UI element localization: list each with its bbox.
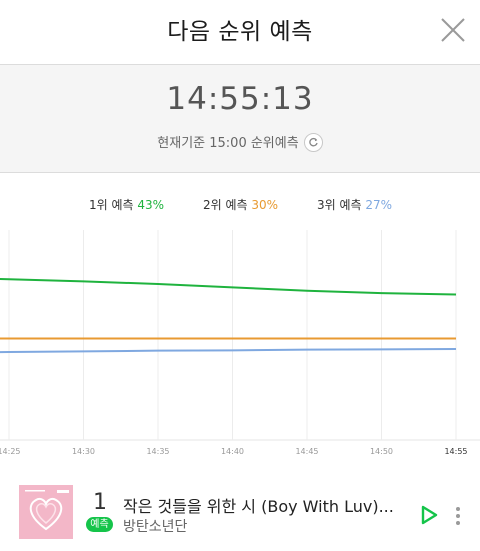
artist-name[interactable]: 방탄소년단 bbox=[123, 516, 187, 536]
x-tick-label: 14:50 bbox=[370, 447, 393, 456]
x-tick-label: 14:55 bbox=[444, 447, 467, 456]
album-art[interactable] bbox=[19, 485, 73, 539]
legend-item-2: 2위 예측 30% bbox=[203, 196, 278, 213]
x-tick-label: 14:40 bbox=[221, 447, 244, 456]
song-list-item[interactable]: 1 예측 작은 것들을 위한 시 (Boy With Luv)... 방탄소년단 bbox=[0, 480, 480, 551]
countdown-clock: 14:55:13 bbox=[166, 81, 314, 117]
refresh-icon[interactable] bbox=[303, 133, 323, 152]
page-title: 다음 순위 예측 bbox=[167, 19, 313, 45]
timer-panel: 14:55:13 현재기준 15:00 순위예측 bbox=[0, 64, 480, 173]
legend-label: 1위 예측 bbox=[89, 198, 134, 212]
legend-label: 2위 예측 bbox=[203, 198, 248, 212]
x-tick-label: 14:25 bbox=[0, 447, 21, 456]
chart-legend: 1위 예측 43% 2위 예측 30% 3위 예측 27% bbox=[0, 196, 480, 216]
series-line-3 bbox=[0, 347, 457, 354]
legend-item-1: 1위 예측 43% bbox=[89, 196, 164, 213]
x-tick-label: 14:35 bbox=[146, 447, 169, 456]
prediction-line-chart: 14:25 14:30 14:35 14:40 14:45 14:50 14:55 bbox=[0, 230, 480, 456]
basis-line: 현재기준 15:00 순위예측 bbox=[0, 132, 480, 153]
legend-value: 43% bbox=[137, 198, 165, 212]
series-line-1 bbox=[0, 278, 457, 296]
more-icon[interactable] bbox=[452, 504, 464, 526]
rank-number: 1 bbox=[93, 490, 107, 515]
legend-value: 27% bbox=[365, 198, 393, 212]
legend-item-3: 3위 예측 27% bbox=[317, 196, 392, 213]
play-icon[interactable] bbox=[418, 504, 440, 526]
legend-label: 3위 예측 bbox=[317, 198, 362, 212]
prediction-badge: 예측 bbox=[86, 517, 113, 532]
basis-text: 현재기준 15:00 순위예측 bbox=[157, 136, 299, 151]
song-title[interactable]: 작은 것들을 위한 시 (Boy With Luv)... bbox=[123, 493, 394, 517]
header: 다음 순위 예측 bbox=[0, 0, 480, 64]
legend-value: 30% bbox=[251, 198, 279, 212]
close-icon[interactable] bbox=[440, 17, 466, 43]
x-tick-label: 14:30 bbox=[72, 447, 95, 456]
x-tick-label: 14:45 bbox=[295, 447, 318, 456]
